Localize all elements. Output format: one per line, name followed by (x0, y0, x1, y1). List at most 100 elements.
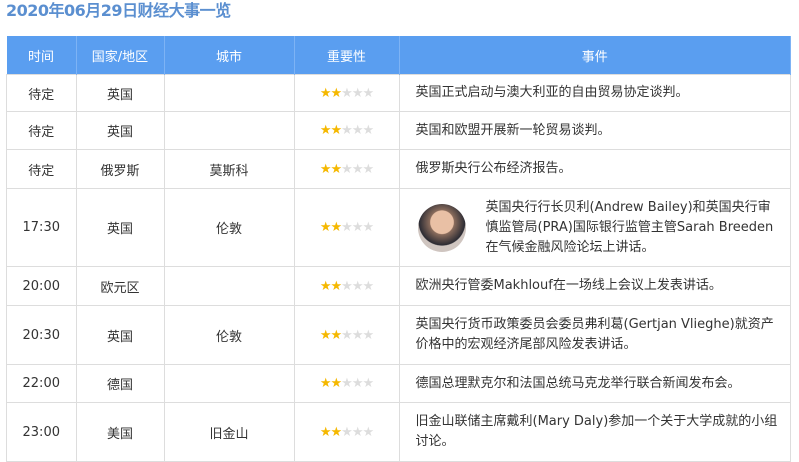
event-cell: 欧洲央行管委Makhlouf在一场线上会议上发表讲话。 (398, 266, 791, 306)
star-empty-icon: ★ (351, 376, 364, 391)
star-empty-icon: ★ (351, 220, 364, 235)
importance-cell: ★★★★★ (293, 364, 400, 403)
importance-cell: ★★★★★ (293, 74, 400, 112)
header-time: 时间 (6, 36, 77, 75)
star-empty-icon: ★ (341, 220, 353, 235)
star-rating: ★★★★★ (319, 85, 374, 101)
event-cell: 英国央行行长贝利(Andrew Bailey)和英国央行审慎监管局(PRA)国际… (398, 188, 791, 267)
header-event: 事件 (399, 36, 791, 75)
event-cell: 英国正式启动与澳大利亚的自由贸易协定谈判。 (398, 74, 791, 112)
star-empty-icon: ★ (351, 424, 364, 440)
city-cell (163, 111, 295, 150)
star-empty-icon: ★ (362, 220, 374, 235)
importance-cell: ★★★★★ (293, 402, 400, 462)
star-filled-icon: ★ (330, 376, 343, 391)
star-filled-icon: ★ (319, 327, 332, 343)
star-empty-icon: ★ (362, 327, 374, 343)
table-row: 待定 英国 ★★★★★ 英国和欧盟开展新一轮贸易谈判。 (6, 111, 791, 150)
table-row: 20:30 英国 伦敦 ★★★★★ 英国央行货币政策委员会委员弗利葛(Gertj… (6, 305, 791, 365)
event-text: 俄罗斯央行公布经济报告。 (415, 161, 572, 176)
country-cell: 英国 (75, 188, 165, 267)
star-filled-icon: ★ (319, 123, 332, 138)
star-empty-icon: ★ (362, 161, 374, 177)
time-cell: 22:00 (6, 364, 77, 403)
star-filled-icon: ★ (330, 424, 343, 440)
star-filled-icon: ★ (330, 123, 343, 138)
event-text: 英国和欧盟开展新一轮贸易谈判。 (415, 122, 611, 138)
event-cell: 英国央行货币政策委员会委员弗利葛(Gertjan Vlieghe)就资产价格中的… (398, 305, 791, 365)
star-filled-icon: ★ (319, 220, 332, 235)
table-row: 22:00 德国 ★★★★★ 德国总理默克尔和法国总统马克龙举行联合新闻发布会。 (6, 364, 791, 403)
time-cell: 23:00 (6, 402, 77, 462)
star-empty-icon: ★ (351, 278, 364, 294)
importance-cell: ★★★★★ (293, 149, 400, 189)
time-cell: 20:00 (6, 266, 77, 306)
event-text: 英国央行行长贝利(Andrew Bailey)和英国央行审慎监管局(PRA)国际… (485, 199, 774, 255)
table-row: 待定 俄罗斯 莫斯科 ★★★★★ 俄罗斯央行公布经济报告。 (6, 149, 791, 189)
time-cell: 20:30 (6, 305, 77, 365)
star-rating: ★★★★★ (319, 161, 374, 177)
star-empty-icon: ★ (341, 85, 353, 101)
event-cell: 英国和欧盟开展新一轮贸易谈判。 (398, 111, 791, 150)
event-cell: 旧金山联储主席戴利(Mary Daly)参加一个关于大学成就的小组讨论。 (398, 402, 791, 462)
table-row: 待定 英国 ★★★★★ 英国正式启动与澳大利亚的自由贸易协定谈判。 (6, 74, 791, 112)
importance-cell: ★★★★★ (293, 305, 400, 365)
star-filled-icon: ★ (319, 85, 332, 101)
city-cell: 伦敦 (163, 188, 295, 267)
star-filled-icon: ★ (330, 278, 343, 294)
table-header: 时间 国家/地区 城市 重要性 事件 (6, 36, 791, 75)
star-empty-icon: ★ (341, 327, 353, 343)
city-cell: 旧金山 (163, 402, 295, 462)
star-rating: ★★★★★ (320, 424, 374, 440)
importance-cell: ★★★★★ (293, 188, 400, 267)
country-cell: 德国 (75, 364, 165, 403)
star-filled-icon: ★ (330, 85, 343, 101)
time-cell: 待定 (6, 149, 77, 189)
star-empty-icon: ★ (351, 123, 364, 138)
avatar (417, 203, 466, 252)
star-empty-icon: ★ (341, 161, 353, 177)
star-filled-icon: ★ (330, 327, 343, 343)
country-cell: 美国 (75, 402, 165, 462)
city-cell (163, 74, 295, 112)
table-row: 23:00 美国 旧金山 ★★★★★ 旧金山联储主席戴利(Mary Daly)参… (6, 402, 791, 462)
star-empty-icon: ★ (341, 424, 353, 440)
star-empty-icon: ★ (341, 123, 353, 138)
star-empty-icon: ★ (362, 424, 374, 440)
star-empty-icon: ★ (351, 85, 364, 101)
star-rating: ★★★★★ (319, 123, 374, 138)
star-filled-icon: ★ (319, 278, 332, 294)
city-cell: 伦敦 (163, 305, 295, 365)
time-cell: 待定 (6, 111, 77, 150)
event-cell: 德国总理默克尔和法国总统马克龙举行联合新闻发布会。 (398, 364, 791, 403)
event-text: 英国央行货币政策委员会委员弗利葛(Gertjan Vlieghe)就资产价格中的… (415, 317, 774, 352)
header-importance: 重要性 (294, 36, 400, 75)
city-cell: 莫斯科 (163, 149, 295, 189)
events-table: 时间 国家/地区 城市 重要性 事件 待定 英国 ★★★★★ 英国正式启动与澳大… (6, 36, 791, 462)
city-cell (163, 364, 295, 403)
importance-cell: ★★★★★ (293, 111, 400, 150)
star-empty-icon: ★ (362, 278, 374, 294)
header-city: 城市 (164, 36, 295, 75)
star-empty-icon: ★ (341, 376, 353, 391)
star-empty-icon: ★ (362, 376, 374, 391)
event-text: 欧洲央行管委Makhlouf在一场线上会议上发表讲话。 (415, 278, 722, 293)
event-cell: 俄罗斯央行公布经济报告。 (398, 149, 791, 189)
time-cell: 17:30 (6, 188, 77, 267)
star-empty-icon: ★ (362, 123, 374, 138)
importance-cell: ★★★★★ (293, 266, 400, 306)
header-country: 国家/地区 (76, 36, 165, 75)
star-filled-icon: ★ (330, 220, 343, 235)
city-cell (163, 266, 295, 306)
time-cell: 待定 (6, 74, 77, 112)
country-cell: 俄罗斯 (75, 149, 165, 189)
page-title: 2020年06月29日财经大事一览 (6, 1, 231, 20)
star-empty-icon: ★ (351, 327, 364, 343)
star-empty-icon: ★ (351, 161, 364, 177)
country-cell: 英国 (75, 111, 165, 150)
star-filled-icon: ★ (319, 161, 332, 177)
star-rating: ★★★★★ (319, 278, 374, 294)
table-row: 20:00 欧元区 ★★★★★ 欧洲央行管委Makhlouf在一场线上会议上发表… (6, 266, 791, 306)
star-filled-icon: ★ (330, 161, 343, 177)
country-cell: 欧元区 (75, 266, 165, 306)
